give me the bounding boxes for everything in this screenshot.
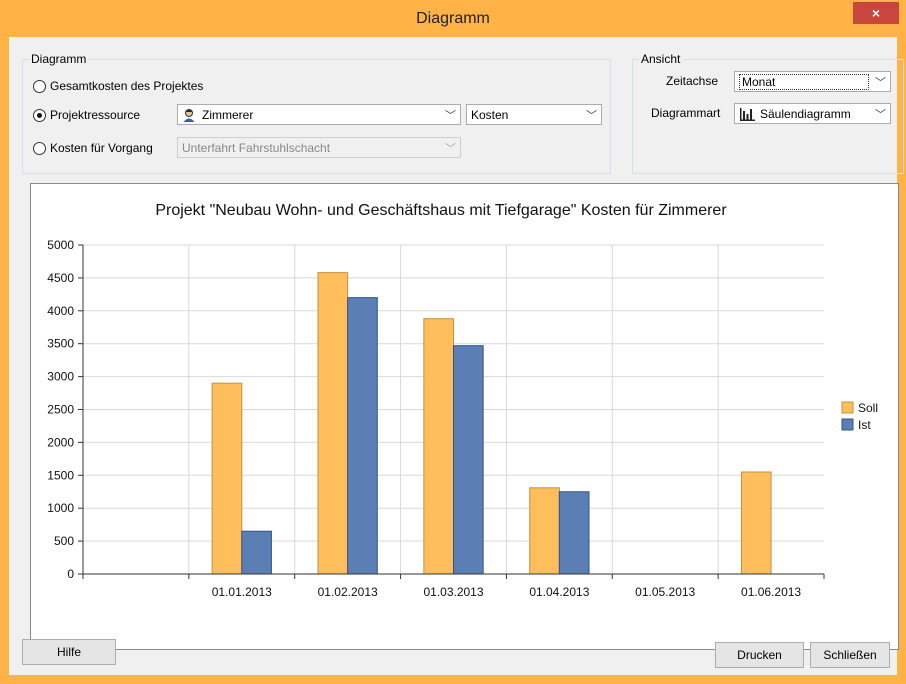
task-select-value: Unterfahrt Fahrstuhlschacht [182, 140, 331, 155]
diagrammart-select[interactable]: Säulendiagramm ﹀ [734, 103, 891, 124]
radio-kosten-vorgang[interactable]: Kosten für Vorgang [33, 139, 153, 157]
x-tick-label: 01.06.2013 [741, 585, 801, 599]
x-tick-label: 01.05.2013 [635, 585, 695, 599]
y-tick-label: 5000 [47, 238, 74, 252]
bar-chart-icon [739, 107, 755, 121]
bar-soll [529, 487, 560, 575]
dialog-window: Diagramm × Diagramm Gesamtkosten des Pro… [0, 0, 906, 684]
y-tick-label: 3000 [47, 370, 74, 384]
radio-gesamtkosten-circle[interactable] [33, 79, 46, 93]
radio-projektressource-circle[interactable] [33, 108, 46, 122]
close-window-button[interactable]: × [853, 2, 899, 24]
ansicht-group: Ansicht Zeitachse Monat ﹀ Diagrammart Sä… [632, 52, 904, 174]
bar-soll [423, 318, 454, 575]
bar-soll [211, 382, 243, 575]
column-chart: Projekt "Neubau Wohn- und Geschäftshaus … [47, 202, 878, 599]
resource-select[interactable]: Zimmerer ﹀ [177, 104, 461, 125]
person-icon [182, 108, 196, 122]
y-tick-label: 0 [67, 567, 74, 581]
y-tick-label: 500 [54, 534, 74, 548]
x-tick-label: 01.03.2013 [423, 585, 483, 599]
radio-gesamtkosten[interactable]: Gesamtkosten des Projektes [33, 77, 203, 95]
bar-ist [558, 491, 590, 575]
window-title: Diagramm [416, 10, 490, 27]
cost-kind-select-value: Kosten [471, 107, 509, 122]
legend-swatch-soll [841, 401, 854, 414]
chevron-down-icon: ﹀ [445, 143, 456, 155]
y-tick-label: 4000 [47, 304, 74, 318]
dialog-client-area: Diagramm Gesamtkosten des Projektes Proj… [9, 37, 904, 675]
y-tick-label: 1000 [47, 501, 74, 515]
chart-panel: Projekt "Neubau Wohn- und Geschäftshaus … [30, 183, 899, 650]
bar-ist [241, 530, 272, 575]
chevron-down-icon: ﹀ [445, 110, 456, 122]
x-tick-label: 01.04.2013 [529, 585, 589, 599]
diagrammart-select-value: Säulendiagramm [760, 106, 851, 121]
close-button[interactable]: Schließen [810, 642, 890, 668]
resource-select-value: Zimmerer [202, 107, 254, 122]
task-select[interactable]: Unterfahrt Fahrstuhlschacht ﹀ [177, 137, 461, 158]
radio-projektressource-label: Projektressource [50, 108, 141, 122]
help-button[interactable]: Hilfe [22, 639, 116, 665]
chart-title: Projekt "Neubau Wohn- und Geschäftshaus … [155, 202, 727, 219]
x-tick-label: 01.02.2013 [318, 585, 378, 599]
x-tick-label: 01.01.2013 [212, 585, 272, 599]
bar-soll [317, 272, 349, 575]
print-button[interactable]: Drucken [715, 642, 804, 668]
diagramm-group: Diagramm Gesamtkosten des Projektes Proj… [22, 52, 611, 174]
zeitachse-select[interactable]: Monat ﹀ [734, 71, 891, 92]
bar-ist [453, 345, 484, 575]
zeitachse-select-value: Monat [739, 73, 869, 90]
y-tick-label: 2000 [47, 435, 74, 449]
radio-kosten-vorgang-circle[interactable] [33, 141, 46, 155]
y-tick-label: 2500 [47, 403, 74, 417]
chevron-down-icon: ﹀ [586, 110, 597, 122]
ansicht-group-label: Ansicht [639, 52, 683, 66]
cost-kind-select[interactable]: Kosten ﹀ [466, 104, 602, 125]
bar-soll [740, 471, 772, 575]
y-tick-label: 3500 [47, 337, 74, 351]
chevron-down-icon: ﹀ [875, 77, 886, 89]
legend-label-ist: Ist [858, 418, 871, 432]
radio-projektressource[interactable]: Projektressource [33, 106, 140, 124]
legend-swatch-ist [841, 418, 854, 431]
chevron-down-icon: ﹀ [875, 109, 886, 121]
title-bar[interactable]: Diagramm × [1, 1, 905, 37]
legend-label-soll: Soll [858, 401, 878, 415]
diagrammart-label: Diagrammart [651, 106, 721, 120]
radio-gesamtkosten-label: Gesamtkosten des Projektes [50, 79, 204, 93]
diagramm-group-label: Diagramm [29, 52, 89, 66]
radio-kosten-vorgang-label: Kosten für Vorgang [50, 141, 153, 155]
zeitachse-label: Zeitachse [666, 74, 719, 88]
y-tick-label: 1500 [47, 468, 74, 482]
y-tick-label: 4500 [47, 271, 74, 285]
bar-ist [347, 297, 378, 575]
